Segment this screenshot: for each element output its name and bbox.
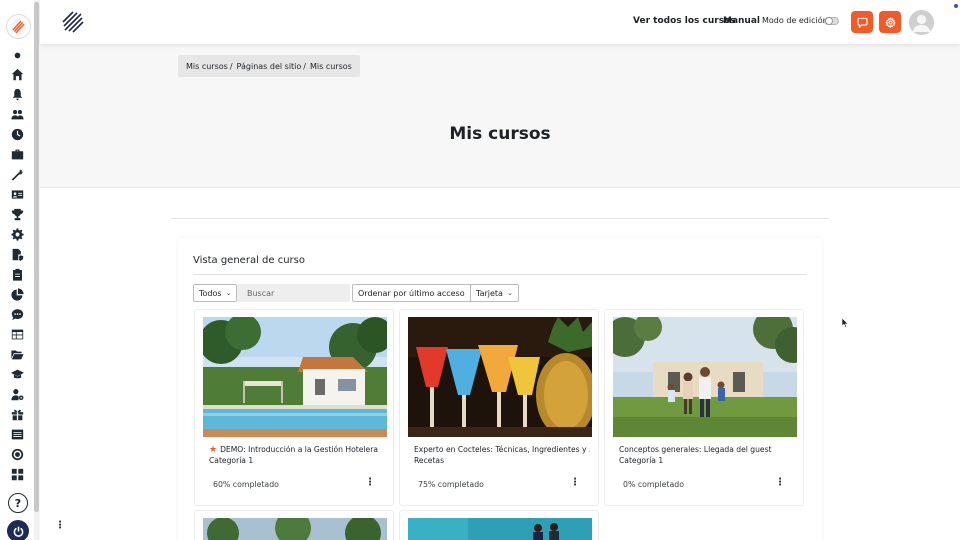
- notification-dot-icon: [954, 4, 958, 8]
- power-icon: [13, 526, 23, 537]
- view-dropdown-label: Tarjeta: [476, 288, 503, 298]
- sidebar-scrollbar-thumb[interactable]: [34, 2, 39, 512]
- course-image-business[interactable]: [408, 518, 592, 540]
- course-card[interactable]: [399, 510, 599, 540]
- pie-chart-icon[interactable]: [10, 287, 25, 302]
- course-title[interactable]: Experto en Cocteles: Técnicas, Ingredien…: [414, 444, 590, 456]
- course-image-family-resort[interactable]: [613, 317, 797, 437]
- id-card-icon[interactable]: [10, 187, 25, 202]
- target-icon[interactable]: [10, 447, 25, 462]
- course-progress: 0% completado: [623, 480, 684, 489]
- clipboard-icon[interactable]: [10, 267, 25, 282]
- course-menu-icon[interactable]: ⋮: [365, 477, 375, 488]
- course-overview-title: Vista general de curso: [193, 255, 305, 266]
- help-button[interactable]: ?: [8, 493, 28, 513]
- briefcase-icon[interactable]: [10, 147, 25, 162]
- top-navbar: Ver todos los cursos Manual Modo de edic…: [40, 0, 960, 44]
- magic-wand-icon[interactable]: [10, 167, 25, 182]
- settings-button[interactable]: [879, 11, 901, 33]
- course-card[interactable]: Experto en Cocteles: Técnicas, Ingredien…: [399, 309, 599, 506]
- message-icon: [856, 17, 868, 28]
- cog-icon: [884, 16, 896, 28]
- breadcrumb-item-my-courses[interactable]: Mis cursos: [186, 62, 228, 71]
- logout-button[interactable]: [7, 520, 29, 540]
- breadcrumb-item-current[interactable]: Mis cursos: [310, 62, 352, 71]
- user-avatar-icon: [909, 10, 934, 35]
- left-sidebar: ?: [0, 0, 39, 540]
- filter-dropdown[interactable]: Todos ⌄: [193, 284, 238, 302]
- sidebar-more-icon[interactable]: ⋮: [55, 520, 65, 531]
- nav-link-all-courses[interactable]: Ver todos los cursos: [633, 16, 736, 26]
- gear-icon[interactable]: [10, 227, 25, 242]
- question-icon: ?: [14, 496, 22, 510]
- bell-icon[interactable]: [10, 87, 25, 102]
- calendar-table-icon[interactable]: [10, 327, 25, 342]
- course-category: Categoría 1: [619, 456, 664, 465]
- course-card[interactable]: ★ DEMO: Introducción a la Gestión Hoteler…: [194, 309, 394, 506]
- user-gear-icon[interactable]: [10, 387, 25, 402]
- folder-open-icon[interactable]: [10, 347, 25, 362]
- course-category: Categoría 1: [209, 456, 254, 465]
- course-title[interactable]: Conceptos generales: Llegada del guest: [619, 444, 795, 456]
- grid-icon[interactable]: [10, 467, 25, 482]
- course-category: Recetas: [414, 456, 445, 465]
- brand-logo-icon[interactable]: [62, 11, 84, 33]
- nav-link-manual[interactable]: Manual: [723, 16, 760, 26]
- panel-divider: [193, 274, 807, 275]
- users-icon[interactable]: [10, 107, 25, 122]
- mouse-cursor-icon: [842, 318, 849, 328]
- course-progress: 60% completado: [213, 480, 279, 489]
- sort-dropdown-label: Ordenar por último acceso: [358, 288, 465, 298]
- home-icon[interactable]: [10, 67, 25, 82]
- course-search-input[interactable]: [237, 284, 350, 302]
- messages-button[interactable]: [851, 11, 873, 33]
- edit-mode-label: Modo de edición: [762, 16, 828, 25]
- chevron-down-icon: ⌄: [225, 289, 232, 297]
- file-shield-icon[interactable]: [10, 247, 25, 262]
- course-image-garden[interactable]: [203, 518, 387, 540]
- course-image-villa-pool[interactable]: [203, 317, 387, 437]
- chevron-down-icon: ⌄: [506, 289, 513, 297]
- course-card[interactable]: Conceptos generales: Llegada del guest C…: [604, 309, 804, 506]
- chat-icon[interactable]: [10, 307, 25, 322]
- list-icon[interactable]: [10, 427, 25, 442]
- course-image-cocktails[interactable]: [408, 317, 592, 437]
- breadcrumb: Mis cursos / Páginas del sitio / Mis curso…: [178, 55, 360, 77]
- breadcrumb-item-site-pages[interactable]: Páginas del sitio: [237, 62, 302, 71]
- course-title[interactable]: ★ DEMO: Introducción a la Gestión Hoteler…: [209, 444, 385, 456]
- user-avatar[interactable]: [909, 10, 934, 35]
- site-logo-icon[interactable]: [6, 14, 31, 39]
- dot-icon[interactable]: [10, 48, 25, 63]
- sort-dropdown[interactable]: Ordenar por último acceso⌄: [352, 284, 481, 302]
- course-menu-icon[interactable]: ⋮: [775, 477, 785, 488]
- course-card[interactable]: [194, 510, 394, 540]
- gift-icon[interactable]: [10, 407, 25, 422]
- filter-dropdown-label: Todos: [199, 288, 222, 298]
- graduation-cap-icon[interactable]: [10, 367, 25, 382]
- view-dropdown[interactable]: Tarjeta ⌄: [470, 284, 519, 302]
- section-divider: [171, 218, 829, 219]
- edit-mode-toggle[interactable]: [824, 17, 839, 25]
- page-title: Mis cursos: [449, 124, 551, 144]
- trophy-icon[interactable]: [10, 207, 25, 222]
- course-menu-icon[interactable]: ⋮: [570, 477, 580, 488]
- star-icon: ★: [209, 445, 218, 455]
- course-progress: 75% completado: [418, 480, 484, 489]
